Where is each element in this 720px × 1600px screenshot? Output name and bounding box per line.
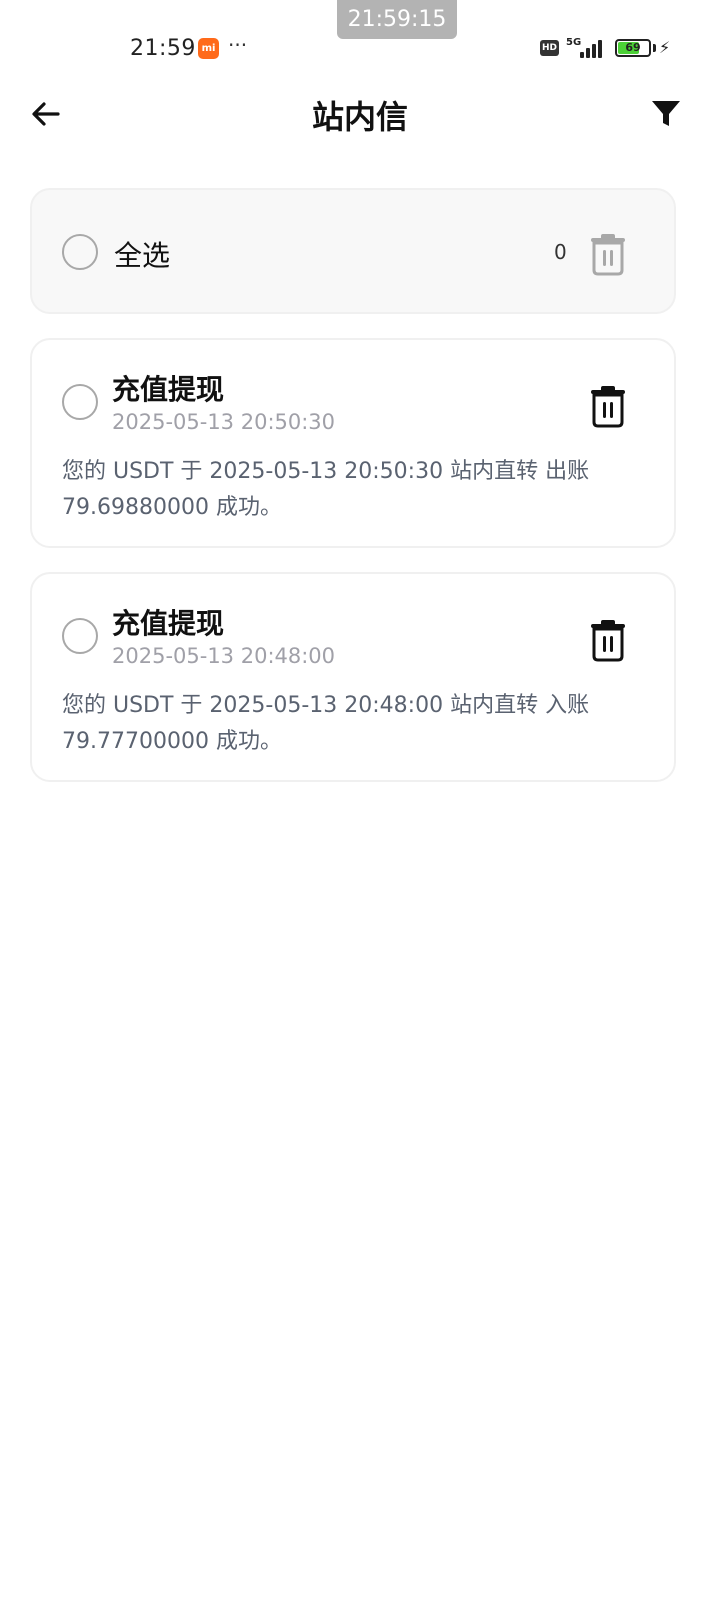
hd-icon: HD	[540, 40, 559, 56]
page-title: 站内信	[311, 98, 408, 136]
message-title: 充值提现	[112, 373, 225, 406]
message-card[interactable]: 充值提现 2025-05-13 20:50:30 您的 USDT 于 2025-…	[30, 338, 676, 548]
signal-strength-icon	[580, 38, 608, 58]
more-notifications-icon: ···	[228, 33, 248, 57]
message-card[interactable]: 充值提现 2025-05-13 20:48:00 您的 USDT 于 2025-…	[30, 572, 676, 782]
status-bar: 21:59 mi ··· HD 5G 69 ⚡	[0, 28, 720, 68]
select-all-radio[interactable]	[62, 234, 98, 270]
message-select-radio[interactable]	[62, 618, 98, 654]
charging-bolt-icon: ⚡	[659, 38, 671, 57]
select-all-label[interactable]: 全选	[114, 234, 170, 274]
bulk-delete-trash-icon[interactable]	[588, 230, 628, 276]
message-time: 2025-05-13 20:50:30	[112, 410, 336, 434]
message-time: 2025-05-13 20:48:00	[112, 644, 336, 668]
delete-trash-icon[interactable]	[588, 616, 628, 662]
filter-icon[interactable]	[650, 98, 682, 130]
battery-icon: 69	[615, 39, 651, 57]
status-time: 21:59	[130, 36, 196, 61]
message-body: 您的 USDT 于 2025-05-13 20:50:30 站内直转 出账 79…	[62, 459, 590, 520]
selected-count: 0	[554, 240, 567, 264]
battery-tip	[653, 44, 656, 52]
page: 21:59:15 21:59 mi ··· HD 5G 69 ⚡ 站内信 全选	[0, 0, 720, 1600]
message-select-radio[interactable]	[62, 384, 98, 420]
battery-level: 69	[625, 41, 641, 54]
delete-trash-icon[interactable]	[588, 382, 628, 428]
nav-bar: 站内信	[0, 80, 720, 150]
message-body: 您的 USDT 于 2025-05-13 20:48:00 站内直转 入账 79…	[62, 693, 590, 754]
network-5g-icon: 5G	[566, 37, 582, 48]
mi-app-icon: mi	[198, 38, 219, 59]
select-all-card: 全选 0	[30, 188, 676, 314]
message-title: 充值提现	[112, 607, 225, 640]
